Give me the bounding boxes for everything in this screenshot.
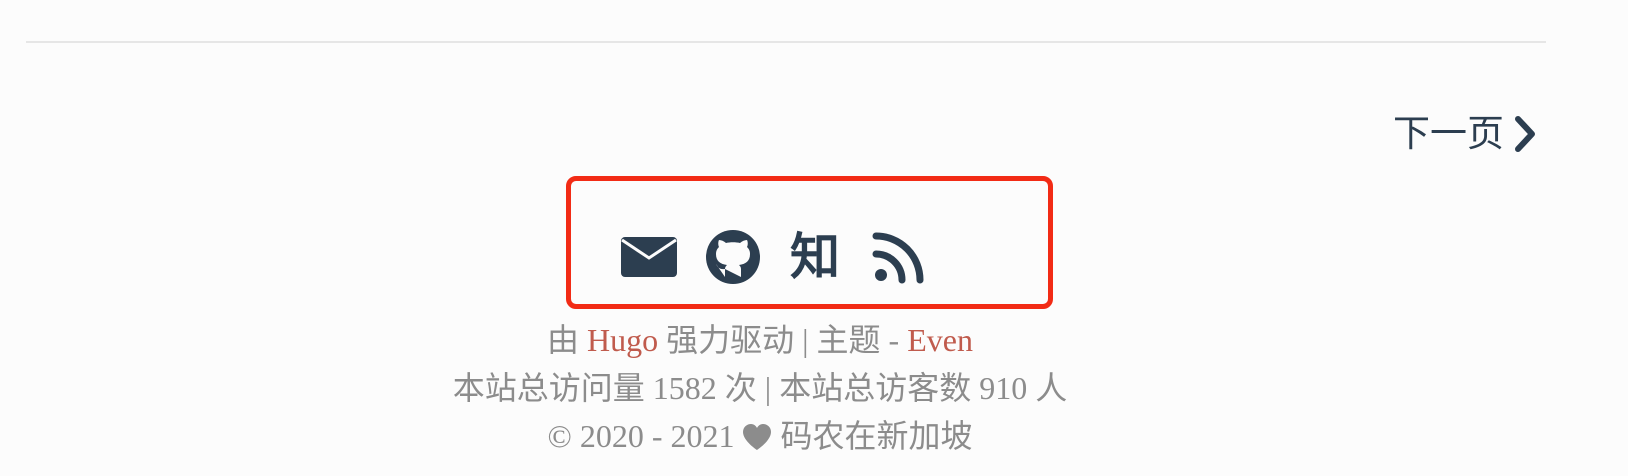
site-stats-line: 本站总访问量 1582 次 | 本站总访客数 910 人 [0,368,1520,408]
next-page-link[interactable]: 下一页 [1393,108,1540,160]
next-page-label: 下一页 [1393,112,1504,155]
powered-middle: 强力驱动 | 主题 - [666,322,900,358]
stats-prefix: 本站总访问量 [452,370,645,406]
visit-count: 1582 [652,370,717,406]
mail-link[interactable] [620,228,678,286]
stats-middle: 次 | 本站总访客数 [724,370,972,406]
copyright-line: © 2020 - 2021 码农在新加坡 [0,416,1520,456]
github-icon [706,230,760,284]
powered-by-line: 由 Hugo 强力驱动 | 主题 - Even [0,320,1520,360]
github-link[interactable] [704,228,762,286]
zhihu-icon: 知 [790,228,840,286]
social-links: 知 [620,228,926,286]
hugo-link[interactable]: Hugo [587,322,658,358]
zhihu-link[interactable]: 知 [786,228,844,286]
chevron-right-icon [1515,116,1535,152]
visitor-count: 910 [979,370,1028,406]
heart-icon [743,424,772,450]
rss-icon [872,232,924,284]
mail-icon [621,237,677,277]
powered-prefix: 由 [547,322,580,358]
site-author: 码农在新加坡 [780,418,973,454]
rss-link[interactable] [872,230,926,284]
post-divider [26,41,1546,43]
copyright-years: © 2020 - 2021 [547,418,735,454]
stats-suffix: 人 [1035,370,1068,406]
theme-link[interactable]: Even [907,322,973,358]
